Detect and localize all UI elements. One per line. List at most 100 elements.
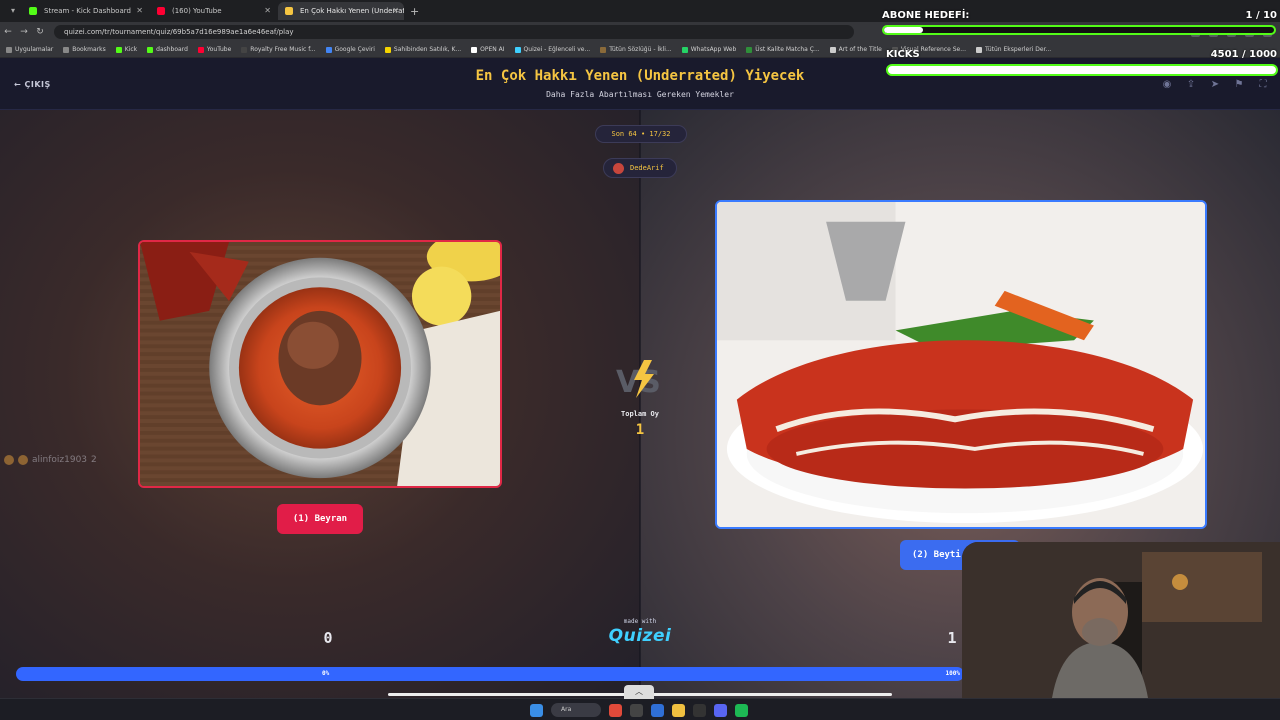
store-icon[interactable] bbox=[651, 703, 664, 717]
bookmark-item[interactable]: dashboard bbox=[147, 46, 188, 53]
tab-label: (160) YouTube bbox=[172, 7, 222, 15]
eye-icon[interactable]: ◉ bbox=[1160, 78, 1174, 92]
chrome-icon[interactable] bbox=[609, 703, 622, 717]
right-score: 1 bbox=[947, 629, 957, 647]
bookmark-item[interactable]: Uygulamalar bbox=[6, 46, 53, 53]
bookmark-item[interactable]: Google Çeviri bbox=[325, 46, 375, 53]
reload-icon[interactable]: ↻ bbox=[32, 27, 48, 37]
new-tab-icon[interactable]: + bbox=[410, 5, 419, 18]
bookmark-item[interactable]: OPEN AI bbox=[471, 46, 505, 53]
bookmark-favicon-icon bbox=[514, 46, 521, 53]
left-choice-image[interactable] bbox=[138, 240, 502, 488]
right-percent: 100% bbox=[945, 670, 960, 677]
left-score: 0 bbox=[323, 629, 333, 647]
bookmark-favicon-icon bbox=[147, 46, 154, 53]
vs-icon: VS bbox=[616, 360, 661, 400]
bookmark-item[interactable]: Bookmarks bbox=[63, 46, 106, 53]
bookmark-favicon-icon bbox=[241, 46, 248, 53]
tab-search-icon[interactable]: ▾ bbox=[4, 2, 22, 20]
total-votes-value: 1 bbox=[635, 422, 645, 438]
header-actions: ◉ ⇪ ➤ ⚑ ⛶ bbox=[1160, 78, 1270, 92]
kicks-goal-bar bbox=[886, 64, 1278, 76]
match-arena: Son 64 • 17/32 DedeArif VS Toplam Oy 1 a… bbox=[0, 110, 1280, 698]
bookmark-favicon-icon bbox=[471, 46, 478, 53]
quizei-favicon-icon bbox=[285, 7, 293, 15]
windows-start-icon[interactable] bbox=[530, 703, 543, 717]
badge-icon bbox=[4, 455, 14, 465]
forward-icon[interactable]: → bbox=[16, 27, 32, 37]
bookmark-item[interactable]: Art of the Title bbox=[829, 46, 882, 53]
bookmark-favicon-icon bbox=[384, 46, 391, 53]
close-icon[interactable]: ✕ bbox=[264, 2, 271, 20]
bookmark-label: Kick bbox=[124, 46, 138, 53]
youtube-favicon-icon bbox=[157, 7, 165, 15]
bookmark-label: Bookmarks bbox=[72, 46, 106, 53]
share-icon[interactable]: ⇪ bbox=[1184, 78, 1198, 92]
voter-name: alinfoiz1903 bbox=[32, 455, 88, 465]
abone-goal-title: ABONE HEDEFİ: bbox=[882, 10, 970, 21]
bookmark-item[interactable]: Tütün Sözlüğü - İkli... bbox=[600, 46, 672, 53]
fullscreen-icon[interactable]: ⛶ bbox=[1256, 78, 1270, 92]
page-subtitle: Daha Fazla Abartılması Gereken Yemekler bbox=[546, 90, 734, 99]
taskbar-search[interactable]: Ara bbox=[551, 703, 601, 717]
folder-icon[interactable] bbox=[672, 703, 685, 717]
bookmark-item[interactable]: Quizei - Eğlenceli ve... bbox=[514, 46, 590, 53]
taskbar-icons: Ara bbox=[530, 703, 748, 717]
bookmark-label: OPEN AI bbox=[480, 46, 505, 53]
bookmark-favicon-icon bbox=[829, 46, 836, 53]
close-icon[interactable]: ✕ bbox=[392, 2, 399, 20]
user-badge: DedeArif bbox=[603, 158, 677, 178]
kicks-goal-count: 4501 / 1000 bbox=[1210, 49, 1277, 60]
quizei-logo[interactable]: Quizei bbox=[600, 626, 680, 646]
bookmark-favicon-icon bbox=[746, 46, 753, 53]
bookmark-label: Uygulamalar bbox=[15, 46, 54, 53]
bookmark-item[interactable]: Kick bbox=[115, 46, 138, 53]
bookmark-label: YouTube bbox=[206, 46, 232, 53]
bookmark-label: Üst Kalite Matcha Ç... bbox=[755, 46, 820, 53]
chevron-up-icon[interactable]: ︿ bbox=[624, 685, 654, 699]
close-icon[interactable]: ✕ bbox=[136, 2, 143, 20]
webcam-overlay bbox=[962, 542, 1280, 698]
bookmark-label: Sahibinden Satılık, K... bbox=[393, 46, 462, 53]
bookmark-item[interactable]: YouTube bbox=[197, 46, 232, 53]
avatar bbox=[613, 163, 624, 174]
back-icon[interactable]: ← bbox=[0, 27, 16, 37]
url-input[interactable]: quizei.com/tr/tournament/quiz/69b5a7d16e… bbox=[54, 25, 854, 39]
bookmark-item[interactable]: WhatsApp Web bbox=[681, 46, 736, 53]
badge-icon bbox=[18, 455, 28, 465]
center-divider bbox=[639, 110, 641, 698]
right-choice-image[interactable] bbox=[715, 200, 1207, 529]
discord-icon[interactable] bbox=[714, 703, 727, 717]
abone-goal-widget: ABONE HEDEFİ: 1 / 10 bbox=[882, 10, 1280, 35]
total-votes-label: Toplam Oy bbox=[621, 410, 659, 418]
tab-quizei[interactable]: En Çok Hakkı Yenen (Underrate ✕ bbox=[278, 2, 404, 20]
kicks-goal-widget: KICKS 4501 / 1000 bbox=[886, 49, 1280, 76]
terminal-icon[interactable] bbox=[693, 703, 706, 717]
bookmark-label: Art of the Title bbox=[838, 46, 882, 53]
bookmark-item[interactable]: Üst Kalite Matcha Ç... bbox=[746, 46, 820, 53]
bookmark-favicon-icon bbox=[115, 46, 122, 53]
beyran-image bbox=[140, 242, 500, 486]
bookmark-favicon-icon bbox=[63, 46, 70, 53]
bookmark-favicon-icon bbox=[325, 46, 332, 53]
send-icon[interactable]: ➤ bbox=[1208, 78, 1222, 92]
flag-icon[interactable]: ⚑ bbox=[1232, 78, 1246, 92]
streamer-video bbox=[962, 542, 1280, 698]
bookmark-label: Royalty Free Music f... bbox=[250, 46, 316, 53]
bookmark-label: dashboard bbox=[156, 46, 188, 53]
voter-count: 2 bbox=[91, 455, 97, 465]
kick-favicon-icon bbox=[29, 7, 37, 15]
username: DedeArif bbox=[630, 164, 664, 172]
tab-label: En Çok Hakkı Yenen (Underrate bbox=[300, 7, 404, 15]
bookmark-favicon-icon bbox=[6, 46, 12, 53]
vote-left-button[interactable]: (1) Beyran bbox=[277, 504, 363, 534]
voter-overlay: alinfoiz1903 2 bbox=[4, 455, 97, 465]
tab-kick-dashboard[interactable]: Stream - Kick Dashboard ✕ bbox=[22, 2, 148, 20]
spotify-icon[interactable] bbox=[735, 703, 748, 717]
tab-label: Stream - Kick Dashboard bbox=[44, 7, 131, 15]
bookmark-item[interactable]: Royalty Free Music f... bbox=[241, 46, 316, 53]
bookmark-item[interactable]: Sahibinden Satılık, K... bbox=[384, 46, 462, 53]
tab-youtube[interactable]: (160) YouTube ✕ bbox=[150, 2, 276, 20]
bookmark-favicon-icon bbox=[197, 46, 204, 53]
obs-icon[interactable] bbox=[630, 703, 643, 717]
